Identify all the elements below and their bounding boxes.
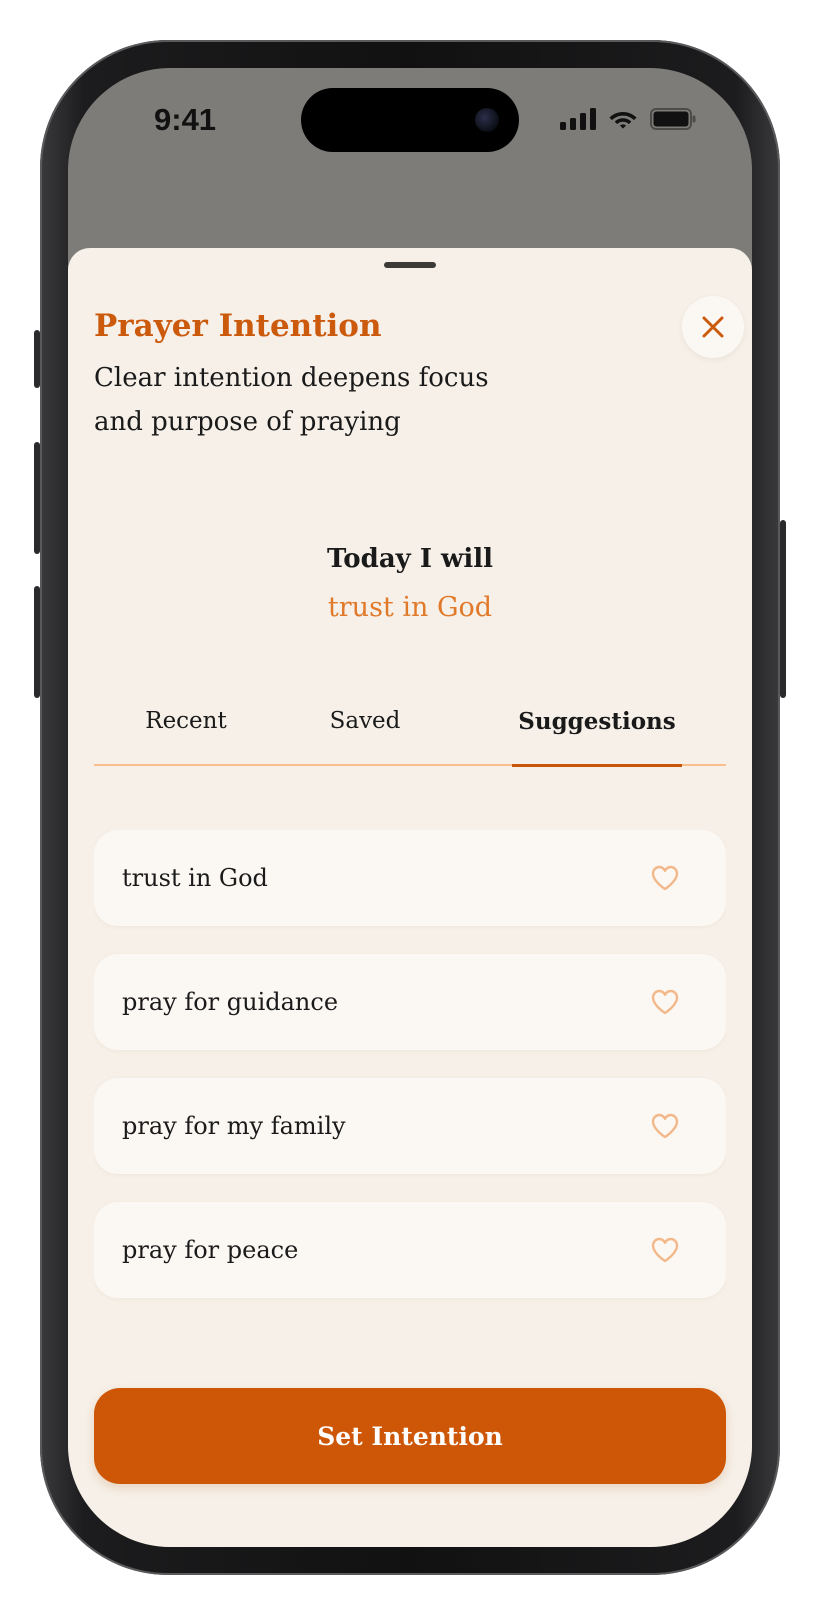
status-icons bbox=[560, 108, 696, 130]
today-label: Today I will bbox=[326, 544, 494, 574]
sheet-grabber[interactable] bbox=[384, 262, 436, 268]
list-item-label: pray for my family bbox=[122, 1112, 346, 1140]
power-button bbox=[780, 520, 786, 698]
set-intention-button[interactable]: Set Intention bbox=[94, 1388, 726, 1484]
heart-outline-icon[interactable] bbox=[650, 1236, 680, 1264]
intention-tabs: Recent Saved Suggestions bbox=[94, 708, 726, 767]
suggestions-list[interactable]: trust in God pray for guidance pray for … bbox=[94, 830, 726, 1324]
list-item-label: pray for guidance bbox=[122, 988, 339, 1016]
screen: 9:41 Prayer Intention Clear intention de… bbox=[68, 68, 752, 1547]
camera-icon bbox=[475, 108, 499, 132]
volume-up-button bbox=[34, 442, 40, 554]
action-button bbox=[34, 330, 40, 388]
heart-outline-icon[interactable] bbox=[650, 988, 680, 1016]
sheet-subtitle: Clear intention deepens focus and purpos… bbox=[94, 363, 489, 437]
status-time: 9:41 bbox=[154, 102, 217, 137]
status-bar: 9:41 bbox=[68, 68, 752, 188]
cellular-signal-icon bbox=[560, 108, 596, 130]
list-item-label: pray for peace bbox=[122, 1236, 299, 1264]
list-item[interactable]: trust in God bbox=[94, 830, 726, 926]
dynamic-island bbox=[301, 88, 519, 152]
heart-outline-icon[interactable] bbox=[650, 864, 680, 892]
tab-recent[interactable]: Recent bbox=[134, 708, 238, 764]
list-item[interactable]: pray for my family bbox=[94, 1078, 726, 1174]
prayer-intention-sheet: Prayer Intention Clear intention deepens… bbox=[68, 248, 752, 1547]
tab-saved[interactable]: Saved bbox=[322, 708, 408, 764]
wifi-icon bbox=[609, 112, 637, 129]
heart-outline-icon[interactable] bbox=[650, 1112, 680, 1140]
list-item[interactable]: pray for peace bbox=[94, 1202, 726, 1298]
list-item[interactable]: pray for guidance bbox=[94, 954, 726, 1050]
volume-down-button bbox=[34, 586, 40, 698]
list-item-label: trust in God bbox=[122, 864, 268, 892]
close-button[interactable] bbox=[682, 296, 744, 358]
today-intention-value: trust in God bbox=[327, 592, 493, 623]
battery-icon bbox=[650, 108, 696, 130]
close-icon bbox=[702, 316, 724, 338]
tab-suggestions[interactable]: Suggestions bbox=[512, 708, 682, 767]
phone-frame: 9:41 Prayer Intention Clear intention de… bbox=[34, 40, 786, 1575]
sheet-title: Prayer Intention bbox=[94, 308, 382, 344]
